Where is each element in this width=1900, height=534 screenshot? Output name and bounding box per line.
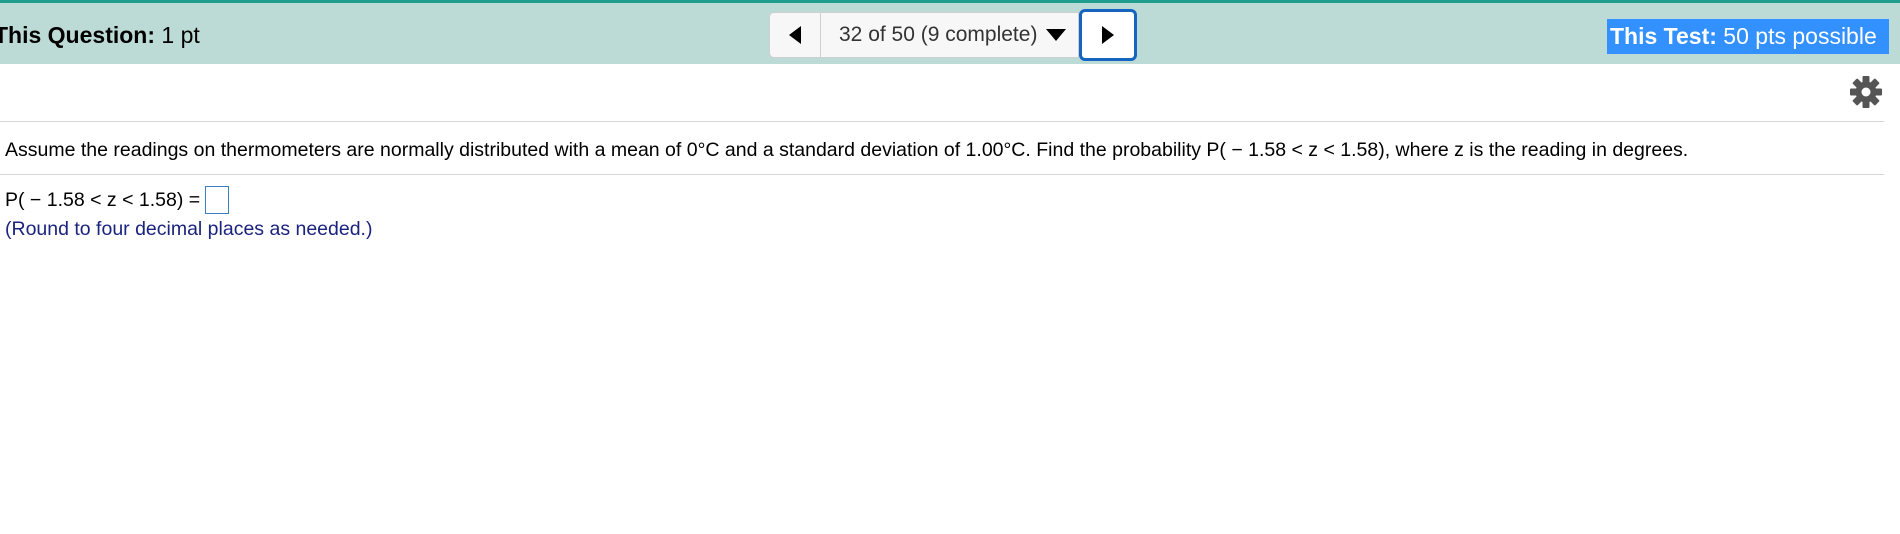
previous-question-button[interactable]	[769, 12, 820, 58]
question-navigator: 32 of 50 (9 complete)	[769, 9, 1137, 61]
divider	[0, 174, 1884, 175]
question-points: This Question: 1 pt	[0, 22, 200, 49]
answer-row: P( − 1.58 < z < 1.58) =	[5, 186, 230, 214]
question-text: Assume the readings on thermometers are …	[5, 139, 1689, 161]
divider	[0, 121, 1884, 122]
question-select-dropdown[interactable]: 32 of 50 (9 complete)	[820, 12, 1079, 58]
question-position-text: 32 of 50 (9 complete)	[839, 23, 1038, 46]
next-question-button[interactable]	[1079, 9, 1137, 61]
triangle-right-icon	[1102, 26, 1114, 44]
question-points-label: This Question:	[0, 22, 155, 48]
answer-prefix: P( − 1.58 < z < 1.58) =	[5, 188, 201, 211]
test-points-value: 50 pts possible	[1716, 23, 1877, 49]
triangle-left-icon	[789, 26, 801, 44]
caret-down-icon	[1046, 29, 1067, 41]
test-points: This Test: 50 pts possible	[1607, 19, 1889, 54]
header-bar: This Question: 1 pt 32 of 50 (9 complete…	[0, 0, 1900, 64]
question-points-value: 1 pt	[155, 22, 200, 48]
gear-icon[interactable]	[1849, 75, 1883, 109]
rounding-hint: (Round to four decimal places as needed.…	[5, 218, 373, 240]
answer-input[interactable]	[205, 186, 230, 214]
test-points-label: This Test:	[1610, 23, 1717, 49]
